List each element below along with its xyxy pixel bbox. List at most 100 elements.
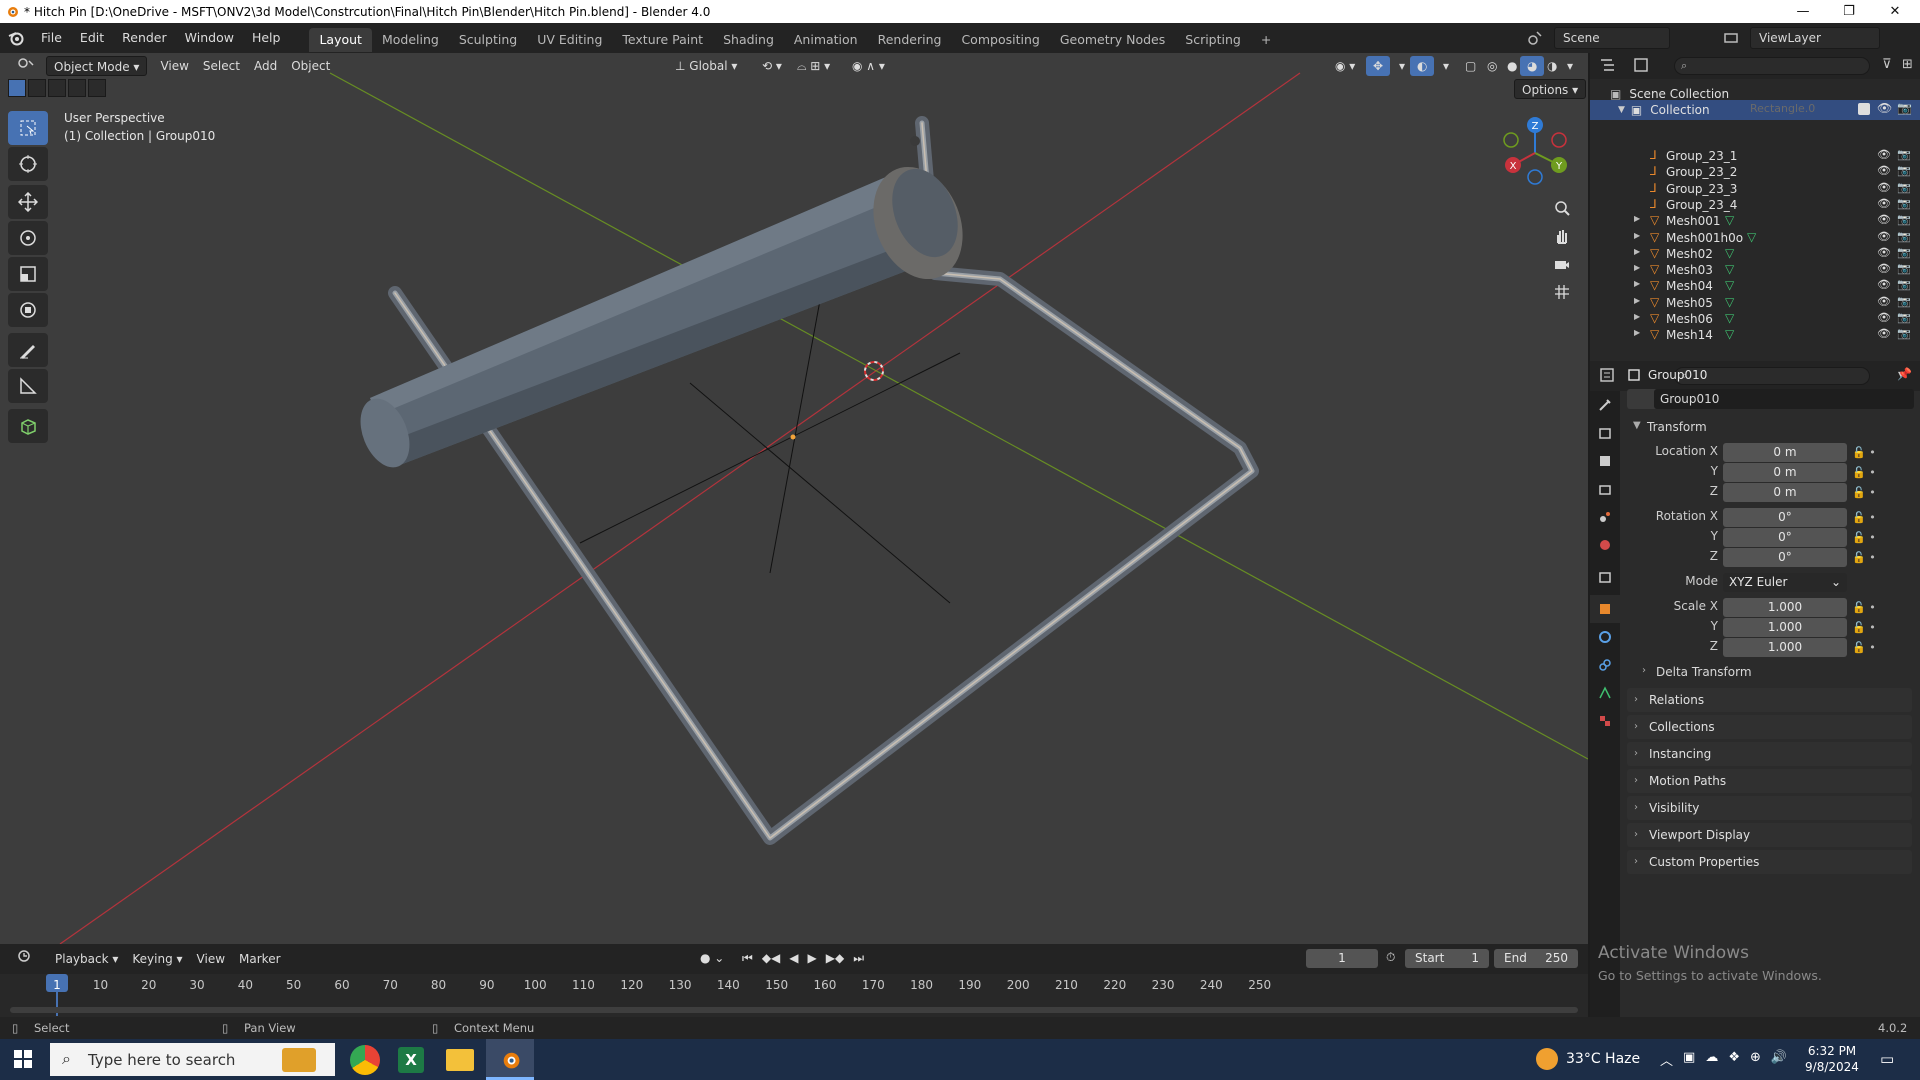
tab-layout[interactable]: Layout <box>309 28 372 52</box>
viewlayer-selector[interactable]: ViewLayer <box>1750 27 1880 49</box>
mesh-data-icon[interactable]: ▽ <box>1725 262 1734 276</box>
lock-icon[interactable]: 🔓 • <box>1852 528 1912 548</box>
tray-app-icon[interactable]: ▣ <box>1683 1050 1695 1069</box>
visibility-eye-icon[interactable]: 👁 <box>1877 311 1891 324</box>
scene-tab-icon[interactable] <box>1590 503 1620 531</box>
mesh-data-icon[interactable]: ▽ <box>1747 230 1756 244</box>
volume-icon[interactable]: 🔊 <box>1771 1050 1787 1069</box>
tool-tab-icon[interactable] <box>1590 391 1620 419</box>
delta-transform-subpanel[interactable]: › Delta Transform <box>1638 663 1908 683</box>
overlay-toggle-icon[interactable]: ◐ <box>1410 56 1435 76</box>
clock[interactable]: 6:32 PM 9/8/2024 <box>1800 1043 1864 1075</box>
tab-scripting[interactable]: Scripting <box>1175 28 1251 52</box>
measure-tool-icon[interactable] <box>8 369 48 403</box>
3d-viewport[interactable]: Object Mode ▾ View Select Add Object ⊥ G… <box>0 53 1588 944</box>
mesh-data-icon[interactable]: ▽ <box>1725 278 1734 292</box>
outliner-item[interactable]: ⅃ Group_23_3 👁 📷 <box>1590 181 1920 197</box>
object-tab-icon[interactable] <box>1590 595 1620 623</box>
taskbar-search-input[interactable]: ⌕ Type here to search <box>50 1043 335 1076</box>
editor-type-icon[interactable] <box>10 56 42 76</box>
expand-arrow-icon[interactable]: ▶ <box>1634 214 1640 223</box>
tab-shading[interactable]: Shading <box>713 28 784 52</box>
outliner-item[interactable]: ▶ ▽ Mesh03 ▽ 👁 📷 <box>1590 262 1920 278</box>
modifier-tab-icon[interactable] <box>1590 623 1620 651</box>
visibility-eye-icon[interactable]: 👁 <box>1877 197 1891 210</box>
properties-editor-icon[interactable] <box>1600 368 1620 382</box>
lock-icon[interactable]: 🔓 • <box>1852 618 1912 638</box>
select-intersect-icon[interactable] <box>88 79 106 97</box>
weather-icon[interactable] <box>1536 1048 1558 1070</box>
mesh-data-icon[interactable]: ▽ <box>1725 213 1734 227</box>
select-extend-icon[interactable] <box>28 79 46 97</box>
minimize-button[interactable]: — <box>1780 0 1826 23</box>
menu-view[interactable]: View <box>153 56 195 76</box>
pin-icon[interactable]: 📌 <box>1897 367 1912 381</box>
constraint-tab-icon[interactable] <box>1590 651 1620 679</box>
viewlayer-icon[interactable] <box>1720 27 1742 49</box>
visibility-eye-icon[interactable]: 👁 <box>1877 101 1892 115</box>
timeline-scrollbar[interactable] <box>10 1007 1578 1013</box>
lock-icon[interactable]: 🔓 • <box>1852 483 1912 503</box>
collections-panel[interactable]: › Collections <box>1627 715 1912 739</box>
visibility-panel[interactable]: › Visibility <box>1627 796 1912 820</box>
visibility-icon[interactable]: ◉ ▾ <box>1328 56 1362 76</box>
mesh-data-icon[interactable]: ▽ <box>1725 295 1734 309</box>
outliner-item[interactable]: ▶ ▽ Mesh05 ▽ 👁 📷 <box>1590 295 1920 311</box>
outliner-item[interactable]: ▶ ▽ Mesh04 ▽ 👁 📷 <box>1590 278 1920 294</box>
collection-tab-icon[interactable] <box>1590 563 1620 591</box>
shading-dropdown-icon[interactable]: ▾ <box>1560 56 1580 76</box>
visibility-eye-icon[interactable]: 👁 <box>1877 230 1891 243</box>
custom-properties-panel[interactable]: › Custom Properties <box>1627 850 1912 874</box>
snap-icon[interactable]: ⌓ ⊞ ▾ <box>790 56 837 76</box>
lock-icon[interactable]: 🔓 • <box>1852 508 1912 528</box>
mesh-data-icon[interactable]: ▽ <box>1725 327 1734 341</box>
render-camera-icon[interactable]: 📷 <box>1897 311 1911 324</box>
menu-render[interactable]: Render <box>113 23 176 53</box>
location-x-field[interactable]: 0 m <box>1723 443 1847 462</box>
pivot-point-icon[interactable]: ⟲ ▾ <box>755 56 789 76</box>
move-tool-icon[interactable] <box>8 185 48 219</box>
rotation-mode-dropdown[interactable]: XYZ Euler ⌄ <box>1723 573 1847 592</box>
expand-arrow-icon[interactable]: ▶ <box>1634 263 1640 272</box>
rotation-x-field[interactable]: 0° <box>1723 508 1847 527</box>
lock-icon[interactable]: 🔓 • <box>1852 463 1912 483</box>
pan-hand-icon[interactable] <box>1548 222 1576 250</box>
rotation-z-field[interactable]: 0° <box>1723 548 1847 567</box>
menu-edit[interactable]: Edit <box>71 23 113 53</box>
world-tab-icon[interactable] <box>1590 531 1620 559</box>
gizmo-toggle-icon[interactable]: ✥ <box>1366 56 1391 76</box>
maximize-button[interactable]: ❐ <box>1826 0 1872 23</box>
menu-help[interactable]: Help <box>243 23 290 53</box>
weather-text[interactable]: 33°C Haze <box>1566 1051 1640 1067</box>
outliner-editor-icon[interactable] <box>1600 58 1620 72</box>
onedrive-icon[interactable]: ☁ <box>1705 1050 1718 1069</box>
relations-panel[interactable]: › Relations <box>1627 688 1912 712</box>
blender-taskbar-button[interactable] <box>486 1039 534 1080</box>
file-explorer-icon[interactable] <box>446 1049 474 1071</box>
lock-icon[interactable]: 🔓 • <box>1852 443 1912 463</box>
menu-add[interactable]: Add <box>247 56 284 76</box>
dropbox-icon[interactable]: ❖ <box>1728 1050 1740 1069</box>
navigation-gizmo[interactable]: Z Y X <box>1495 113 1575 193</box>
tab-rendering[interactable]: Rendering <box>868 28 952 52</box>
menu-window[interactable]: Window <box>176 23 243 53</box>
select-box-tool-icon[interactable] <box>8 111 48 145</box>
motion-paths-panel[interactable]: › Motion Paths <box>1627 769 1912 793</box>
tab-geometry-nodes[interactable]: Geometry Nodes <box>1050 28 1175 52</box>
menu-object[interactable]: Object <box>284 56 337 76</box>
outliner-item[interactable]: ⅃ Group_23_4 👁 📷 <box>1590 197 1920 213</box>
expand-arrow-icon[interactable]: ▶ <box>1634 231 1640 240</box>
select-new-icon[interactable] <box>8 79 26 97</box>
visibility-eye-icon[interactable]: 👁 <box>1877 278 1891 291</box>
transform-orientation-dropdown[interactable]: ⊥ Global ▾ <box>668 56 744 76</box>
lock-icon[interactable]: 🔓 • <box>1852 548 1912 568</box>
outliner-item[interactable]: ▶ ▽ Mesh02 ▽ 👁 📷 <box>1590 246 1920 262</box>
add-workspace-button[interactable]: + <box>1251 28 1281 52</box>
network-icon[interactable]: ⊕ <box>1750 1050 1761 1069</box>
visibility-eye-icon[interactable]: 👁 <box>1877 164 1891 177</box>
outliner-item[interactable]: ⅃ Group_23_2 👁 📷 <box>1590 164 1920 180</box>
scale-tool-icon[interactable] <box>8 257 48 291</box>
expand-arrow-icon[interactable]: ▶ <box>1634 279 1640 288</box>
tab-uv-editing[interactable]: UV Editing <box>527 28 612 52</box>
outliner-search-input[interactable]: ⌕ <box>1674 57 1870 75</box>
